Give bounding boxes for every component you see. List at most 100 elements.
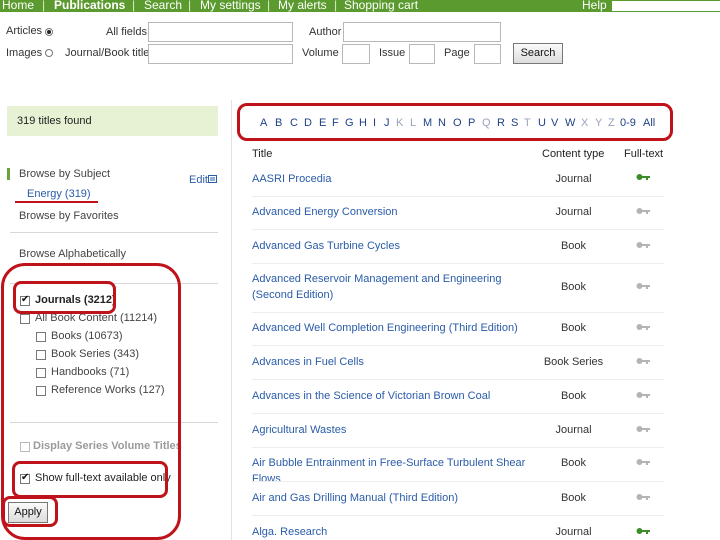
book-series-label: Book Series (343) (51, 348, 140, 360)
books-checkbox[interactable] (36, 332, 46, 342)
page-input[interactable] (474, 44, 501, 64)
alpha-F[interactable]: F (332, 111, 339, 135)
author-label: Author (309, 26, 342, 38)
row-divider (252, 515, 664, 516)
fulltext-only-checkbox[interactable] (20, 472, 30, 484)
nav-alerts[interactable]: My alerts (278, 0, 327, 11)
nav-search-box[interactable] (612, 1, 720, 11)
alpha-C[interactable]: C (290, 111, 298, 135)
all-fields-label: All fields (106, 26, 147, 38)
author-input[interactable] (343, 22, 501, 42)
nav-cart[interactable]: Shopping cart (344, 0, 418, 11)
alphabet-bar: A B C D E F G H I J K L M N O P Q R S T … (0, 111, 720, 135)
table-row-title[interactable]: Air and Gas Drilling Manual (Third Editi… (252, 490, 537, 506)
row-divider (252, 345, 664, 346)
browse-favorites-label[interactable]: Browse by Favorites (19, 210, 119, 222)
column-fulltext-header[interactable]: Full-text (624, 148, 663, 160)
alpha-D[interactable]: D (304, 111, 312, 135)
alpha-L: L (410, 117, 417, 129)
edit-link[interactable]: Edit (189, 174, 208, 186)
alpha-T: T (524, 117, 531, 129)
browse-subject-label[interactable]: Browse by Subject (19, 168, 110, 180)
book-series-checkbox[interactable] (36, 350, 46, 360)
row-divider (252, 413, 664, 414)
table-row-title[interactable]: Advanced Reservoir Management and Engine… (252, 271, 537, 303)
divider (10, 422, 218, 423)
alpha-0-9[interactable]: 0-9 (620, 111, 636, 135)
nav-settings[interactable]: My settings (200, 0, 261, 11)
alpha-E[interactable]: E (319, 111, 326, 135)
table-row-type: Book (560, 492, 587, 504)
alpha-J[interactable]: J (384, 111, 390, 135)
table-row-type: Book (560, 322, 587, 334)
table-row-type: Book (560, 390, 587, 402)
display-series-checkbox[interactable] (20, 442, 30, 452)
column-title-header[interactable]: Title (252, 148, 272, 160)
table-row-title[interactable]: Air Bubble Entrainment in Free-Surface T… (252, 455, 537, 487)
alpha-Q: Q (482, 117, 491, 129)
table-row-title[interactable]: Advanced Energy Conversion (252, 204, 537, 220)
subject-energy-link[interactable]: Energy (319) (27, 188, 91, 200)
row-divider (252, 229, 664, 230)
alpha-V[interactable]: V (551, 111, 558, 135)
all-books-label: All Book Content (11214) (35, 312, 158, 324)
alpha-B[interactable]: B (275, 111, 282, 135)
key-icon (636, 174, 650, 180)
reference-works-checkbox[interactable] (36, 386, 46, 396)
journal-title-input[interactable] (148, 44, 293, 64)
alpha-H[interactable]: H (359, 111, 367, 135)
table-row-title[interactable]: Advanced Well Completion Engineering (Th… (252, 320, 537, 336)
table-row-type: Journal (555, 173, 592, 185)
all-books-checkbox[interactable] (20, 314, 30, 324)
alpha-S[interactable]: S (511, 111, 518, 135)
nav-sep: | (42, 0, 46, 12)
journals-checkbox[interactable] (20, 294, 30, 306)
key-icon (636, 459, 650, 465)
alpha-M[interactable]: M (423, 111, 432, 135)
edit-icon[interactable] (208, 175, 218, 184)
alpha-U[interactable]: U (538, 111, 546, 135)
column-type-header[interactable]: Content type (542, 148, 604, 160)
nav-sep: | (334, 0, 338, 12)
articles-label: Articles (6, 25, 43, 37)
issue-input[interactable] (409, 44, 435, 64)
table-row-title[interactable]: Alga. Research (252, 524, 537, 540)
apply-button[interactable]: Apply (8, 502, 48, 523)
alpha-I[interactable]: I (373, 111, 376, 135)
journal-title-label: Journal/Book title (65, 47, 150, 59)
table-row-title[interactable]: Advanced Gas Turbine Cycles (252, 238, 537, 254)
alpha-R[interactable]: R (497, 111, 505, 135)
table-row-title[interactable]: Agricultural Wastes (252, 422, 537, 438)
alpha-G[interactable]: G (345, 111, 354, 135)
browse-alpha-label[interactable]: Browse Alphabetically (19, 248, 126, 260)
alpha-A[interactable]: A (260, 111, 267, 135)
nav-search[interactable]: Search (144, 0, 182, 11)
volume-input[interactable] (342, 44, 370, 64)
alpha-X: X (581, 117, 589, 129)
journals-label: Journals (3212) (35, 294, 116, 306)
alpha-N[interactable]: N (438, 111, 446, 135)
articles-radio[interactable] (45, 28, 53, 36)
nav-home[interactable]: Home (2, 0, 34, 11)
alpha-W[interactable]: W (565, 111, 575, 135)
table-row-title[interactable]: AASRI Procedia (252, 171, 537, 187)
nav-publications[interactable]: Publications (54, 0, 125, 11)
key-icon (636, 208, 650, 214)
row-divider (252, 196, 664, 197)
images-label: Images (6, 47, 43, 59)
images-radio[interactable] (45, 49, 53, 57)
search-button[interactable]: Search (513, 43, 563, 64)
alpha-O[interactable]: O (453, 111, 462, 135)
divider (10, 232, 218, 233)
table-row-type: Journal (555, 526, 592, 538)
alpha-P[interactable]: P (468, 111, 475, 135)
table-row-title[interactable]: Advances in Fuel Cells (252, 354, 537, 370)
all-fields-input[interactable] (148, 22, 293, 42)
alpha-K: K (396, 117, 404, 129)
handbooks-checkbox[interactable] (36, 368, 46, 378)
table-row-title[interactable]: Advances in the Science of Victorian Bro… (252, 388, 537, 404)
alpha-all[interactable]: All (643, 111, 655, 135)
key-icon (636, 358, 650, 364)
row-divider (252, 263, 664, 264)
nav-help[interactable]: Help (582, 0, 607, 11)
